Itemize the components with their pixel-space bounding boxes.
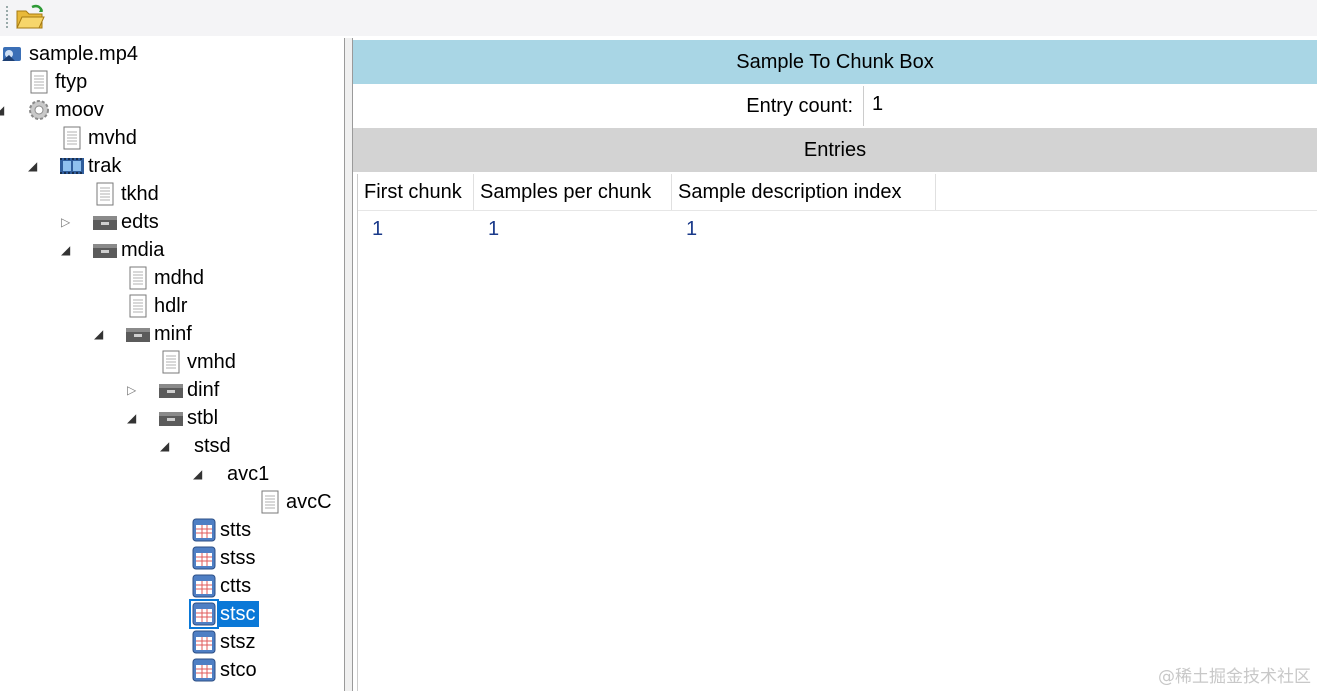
tree-node-label: avcC [286, 491, 332, 513]
table-icon [191, 573, 217, 599]
tree-node-label: vmhd [187, 351, 236, 373]
tree-node-dinf[interactable]: ▷ dinf [127, 376, 222, 404]
tree-node-label: mdia [121, 239, 165, 261]
tree-node-vmhd[interactable]: vmhd [158, 348, 239, 376]
container-icon [158, 405, 184, 431]
tree-node-avc1[interactable]: ◢ avc1 [193, 460, 272, 488]
container-icon [158, 377, 184, 403]
watermark: @稀土掘金技术社区 [1158, 667, 1311, 687]
tree-node-label: stts [220, 519, 252, 541]
collapse-arrow-icon[interactable]: ◢ [127, 412, 139, 424]
box-title: Sample To Chunk Box [353, 40, 1317, 84]
tree-node-ftyp[interactable]: ftyp [26, 68, 90, 96]
tree-node-stbl[interactable]: ◢ stbl [127, 404, 221, 432]
entries-grid[interactable]: First chunk Samples per chunk Sample des… [357, 174, 1317, 691]
entry-count-row: Entry count: 1 [353, 84, 1317, 128]
tree-node-label: hdlr [154, 295, 188, 317]
cell-sample-description-index[interactable]: 1 [672, 212, 936, 246]
tree-node-label: avc1 [227, 463, 270, 485]
column-header-sample-description-index[interactable]: Sample description index [672, 174, 936, 210]
tree-node-label: stbl [187, 407, 219, 429]
cell-samples-per-chunk[interactable]: 1 [474, 212, 672, 246]
file-video-icon [0, 41, 26, 67]
tree-node-mdhd[interactable]: mdhd [125, 264, 207, 292]
tree-node-tkhd[interactable]: tkhd [92, 180, 162, 208]
tree-node-label: stsd [194, 435, 231, 457]
tree-node-stsz[interactable]: stsz [191, 628, 259, 656]
table-icon [191, 517, 217, 543]
pane-splitter[interactable] [345, 38, 353, 691]
tree-node-label: ftyp [55, 71, 88, 93]
column-header-first-chunk[interactable]: First chunk [358, 174, 474, 210]
box-tree[interactable]: ◢sample.mp4ftyp◢moovmvhd◢traktkhd▷edts◢m… [0, 38, 345, 691]
tree-node-moov[interactable]: ◢ moov [0, 96, 107, 124]
entry-count-value[interactable]: 1 [863, 86, 1317, 126]
table-icon [191, 629, 217, 655]
gear-icon [26, 97, 52, 123]
tree-node-label: stco [220, 659, 257, 681]
tree-node-stss[interactable]: stss [191, 544, 259, 572]
tree-node-label: mdhd [154, 267, 205, 289]
tree-node-label: trak [88, 155, 122, 177]
tree-node-stsc[interactable]: stsc [189, 599, 259, 629]
cell-first-chunk[interactable]: 1 [358, 212, 474, 246]
tree-node-ctts[interactable]: ctts [191, 572, 254, 600]
tree-node-stts[interactable]: stts [191, 516, 254, 544]
entries-header: Entries [353, 128, 1317, 172]
detail-pane: Sample To Chunk Box Entry count: 1 Entri… [353, 38, 1317, 691]
tree-node-label: moov [55, 99, 104, 121]
collapse-arrow-icon[interactable]: ◢ [28, 160, 40, 172]
table-icon [189, 599, 219, 629]
document-icon [92, 181, 118, 207]
tree-node-label: minf [154, 323, 192, 345]
container-icon [125, 321, 151, 347]
open-folder-button[interactable] [14, 2, 48, 32]
table-icon [191, 545, 217, 571]
tree-node-stsd[interactable]: ◢ stsd [160, 432, 234, 460]
tree-node-stco[interactable]: stco [191, 656, 260, 684]
grid-header: First chunk Samples per chunk Sample des… [358, 174, 1317, 211]
tree-node-hdlr[interactable]: hdlr [125, 292, 190, 320]
tree-node-sample-mp4[interactable]: ◢sample.mp4 [0, 40, 141, 68]
collapse-arrow-icon[interactable]: ◢ [0, 104, 7, 116]
tree-node-minf[interactable]: ◢ minf [94, 320, 195, 348]
tree-node-edts[interactable]: ▷ edts [61, 208, 162, 236]
document-icon [59, 125, 85, 151]
tree-node-label: stsc [217, 601, 259, 627]
toolbar-grip[interactable] [6, 6, 8, 28]
toolbar [0, 0, 1317, 36]
tree-node-trak[interactable]: ◢ trak [28, 152, 124, 180]
tree-node-label: stsz [220, 631, 256, 653]
tree-node-label: mvhd [88, 127, 137, 149]
tree-node-label: stss [220, 547, 256, 569]
table-icon [191, 657, 217, 683]
tree-node-label: ctts [220, 575, 252, 597]
collapse-arrow-icon[interactable]: ◢ [94, 328, 106, 340]
document-icon [158, 349, 184, 375]
open-folder-icon [16, 4, 45, 29]
tree-node-label: sample.mp4 [29, 43, 138, 65]
film-icon [59, 153, 85, 179]
document-icon [125, 293, 151, 319]
container-icon [92, 237, 118, 263]
column-header-samples-per-chunk[interactable]: Samples per chunk [474, 174, 672, 210]
tree-node-label: tkhd [121, 183, 159, 205]
document-icon [125, 265, 151, 291]
expand-arrow-icon[interactable]: ▷ [127, 384, 139, 396]
expand-arrow-icon[interactable]: ▷ [61, 216, 73, 228]
tree-node-avcc[interactable]: avcC [257, 488, 335, 516]
document-icon [257, 489, 283, 515]
tree-node-mvhd[interactable]: mvhd [59, 124, 140, 152]
tree-node-mdia[interactable]: ◢ mdia [61, 236, 167, 264]
collapse-arrow-icon[interactable]: ◢ [160, 440, 172, 452]
collapse-arrow-icon[interactable]: ◢ [193, 468, 205, 480]
collapse-arrow-icon[interactable]: ◢ [61, 244, 73, 256]
container-icon [92, 209, 118, 235]
entry-count-label: Entry count: [746, 95, 853, 117]
document-icon [26, 69, 52, 95]
tree-node-label: dinf [187, 379, 220, 401]
tree-node-label: edts [121, 211, 159, 233]
